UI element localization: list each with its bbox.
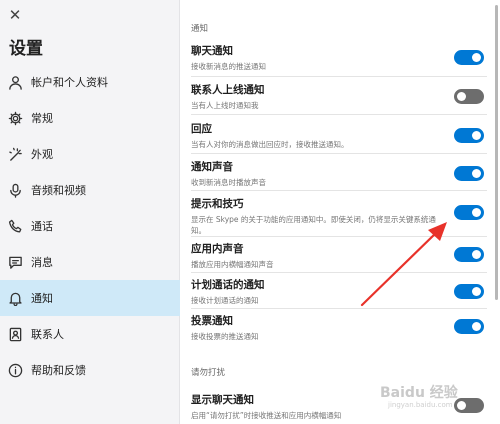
watermark: Baidu 经验 (380, 385, 458, 401)
setting-description: 启用“请勿打扰”时接收推送和应用内横幅通知 (191, 411, 342, 420)
phone-icon (7, 218, 23, 234)
sidebar-item-contacts[interactable]: 联系人 (0, 316, 180, 352)
person-icon (7, 74, 23, 90)
bell-icon (7, 290, 23, 306)
toggle-knob (457, 401, 466, 410)
divider (191, 153, 487, 154)
sidebar-item-label: 帐户和个人资料 (31, 76, 108, 89)
chat-notifications-toggle[interactable] (454, 50, 484, 65)
info-icon (7, 362, 23, 378)
sidebar-item-general[interactable]: 常规 (0, 100, 180, 136)
sidebar-item-help[interactable]: 帮助和反馈 (0, 352, 180, 388)
setting-notification-sound: 通知声音 收到新消息时播放声音 (191, 159, 491, 188)
setting-title: 投票通知 (191, 315, 233, 327)
sidebar-item-notifications[interactable]: 通知 (0, 280, 180, 316)
setting-description: 播放应用内横幅通知声音 (191, 260, 274, 269)
sidebar-item-label: 联系人 (31, 328, 64, 341)
setting-title: 提示和技巧 (191, 198, 244, 210)
scheduled-call-toggle[interactable] (454, 284, 484, 299)
toggle-knob (472, 208, 481, 217)
section-header-notifications: 通知 (191, 24, 209, 34)
divider (191, 114, 487, 115)
microphone-icon (7, 182, 23, 198)
toggle-knob (472, 250, 481, 259)
scrollbar[interactable] (495, 5, 498, 300)
dnd-chat-notifications-toggle[interactable] (454, 398, 484, 413)
gear-icon (7, 110, 23, 126)
section-header-do-not-disturb: 请勿打扰 (191, 368, 226, 378)
sidebar-item-label: 通知 (31, 292, 53, 305)
toggle-knob (457, 92, 466, 101)
setting-tips-and-tricks: 提示和技巧 显示在 Skype 的关于功能的应用通知中。即使关闭，仍将显示关键系… (191, 196, 491, 236)
watermark-url: jingyan.baidu.com (388, 401, 453, 409)
sidebar-item-label: 通话 (31, 220, 53, 233)
sidebar-item-label: 外观 (31, 148, 53, 161)
divider (191, 190, 487, 191)
tips-and-tricks-toggle[interactable] (454, 205, 484, 220)
setting-title: 通知声音 (191, 161, 233, 173)
setting-poll-notifications: 投票通知 接收投票的推送通知 (191, 313, 491, 342)
setting-title: 计划通话的通知 (191, 279, 265, 291)
in-app-sounds-toggle[interactable] (454, 247, 484, 262)
sidebar-item-appearance[interactable]: 外观 (0, 136, 180, 172)
divider (191, 76, 487, 77)
toggle-knob (472, 287, 481, 296)
setting-description: 接收投票的推送通知 (191, 332, 259, 341)
contact-online-toggle[interactable] (454, 89, 484, 104)
setting-description: 当有人对你的消息做出回应时，接收推送通知。 (191, 140, 349, 149)
poll-notifications-toggle[interactable] (454, 319, 484, 334)
contacts-icon (7, 326, 23, 342)
sidebar-item-label: 消息 (31, 256, 53, 269)
message-icon (7, 254, 23, 270)
setting-description: 收到新消息时播放声音 (191, 178, 266, 187)
sidebar-item-label: 音频和视频 (31, 184, 86, 197)
sidebar-item-label: 常规 (31, 112, 53, 125)
setting-title: 聊天通知 (191, 45, 233, 57)
toggle-knob (472, 131, 481, 140)
sidebar-item-account[interactable]: 帐户和个人资料 (0, 64, 180, 100)
settings-nav: 帐户和个人资料 常规 外观 音频和视频 通话 消息 通知 联系人 帮助和反馈 (0, 64, 180, 388)
toggle-knob (472, 169, 481, 178)
setting-title: 联系人上线通知 (191, 84, 265, 96)
close-icon[interactable]: ✕ (6, 6, 24, 24)
setting-description: 当有人上线时通知我 (191, 101, 259, 110)
notification-settings-panel: 通知 聊天通知 接收新消息的推送通知 联系人上线通知 当有人上线时通知我 回应 … (181, 0, 500, 424)
sidebar-item-messages[interactable]: 消息 (0, 244, 180, 280)
magic-wand-icon (7, 146, 23, 162)
setting-reactions: 回应 当有人对你的消息做出回应时，接收推送通知。 (191, 121, 491, 150)
setting-title: 回应 (191, 123, 212, 135)
divider (191, 272, 487, 273)
setting-description: 接收计划通话的通知 (191, 296, 259, 305)
setting-in-app-sounds: 应用内声音 播放应用内横幅通知声音 (191, 241, 491, 270)
settings-sidebar: ✕ 设置 帐户和个人资料 常规 外观 音频和视频 通话 消息 通知 联系人 帮助… (0, 0, 180, 424)
reactions-toggle[interactable] (454, 128, 484, 143)
sidebar-item-audio-video[interactable]: 音频和视频 (0, 172, 180, 208)
setting-title: 应用内声音 (191, 243, 244, 255)
divider (191, 236, 487, 237)
notification-sound-toggle[interactable] (454, 166, 484, 181)
sidebar-item-calls[interactable]: 通话 (0, 208, 180, 244)
toggle-knob (472, 322, 481, 331)
divider (191, 308, 487, 309)
setting-scheduled-call: 计划通话的通知 接收计划通话的通知 (191, 277, 491, 306)
setting-description: 接收新消息的推送通知 (191, 62, 266, 71)
sidebar-item-label: 帮助和反馈 (31, 364, 86, 377)
setting-contact-online: 联系人上线通知 当有人上线时通知我 (191, 82, 491, 111)
sidebar-title: 设置 (9, 39, 43, 59)
setting-description: 显示在 Skype 的关于功能的应用通知中。即使关闭，仍将显示关键系统通知。 (191, 215, 436, 235)
toggle-knob (472, 53, 481, 62)
setting-chat-notifications: 聊天通知 接收新消息的推送通知 (191, 43, 491, 72)
